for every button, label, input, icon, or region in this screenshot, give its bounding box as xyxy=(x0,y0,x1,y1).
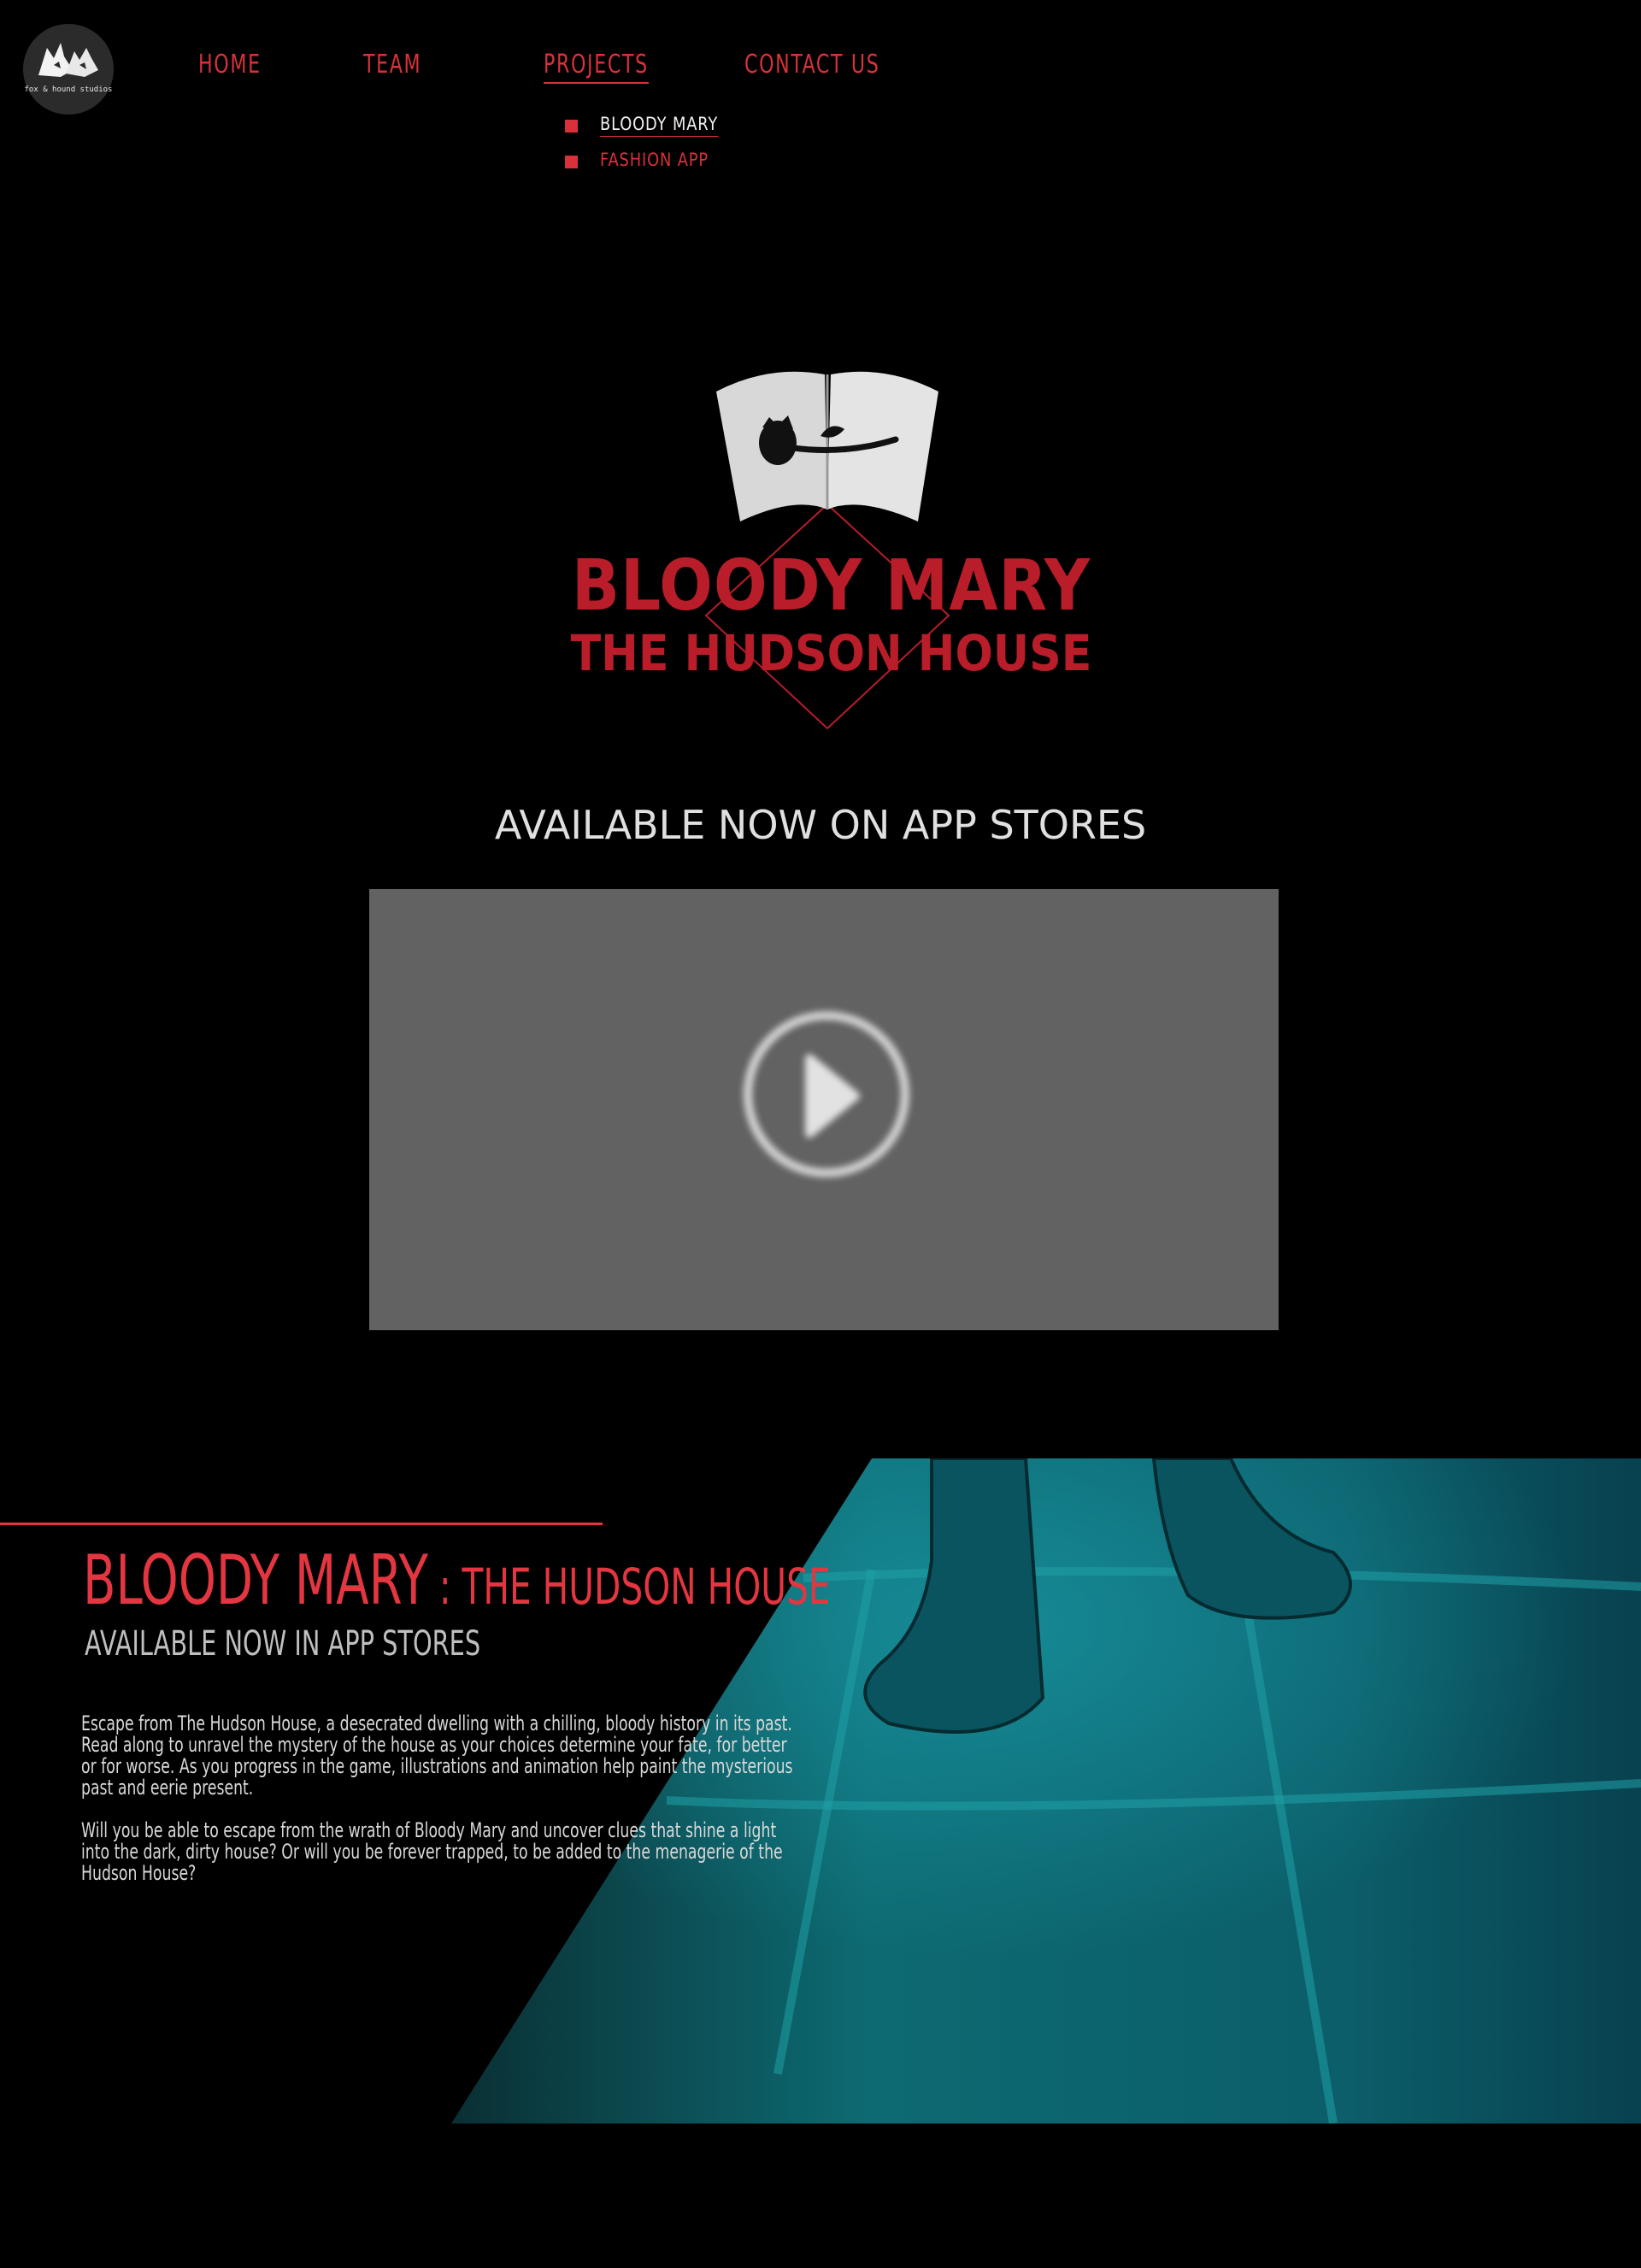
feature-title: BLOODY MARY : THE HUDSON HOUSE xyxy=(83,1540,831,1620)
hero-title-line2: THE HUDSON HOUSE xyxy=(570,624,1092,682)
section-divider xyxy=(0,1523,603,1525)
submenu-bloody-mary[interactable]: BLOODY MARY xyxy=(600,114,719,137)
hero-title-line1: BLOODY MARY xyxy=(571,545,1091,627)
feature-title-main: BLOODY MARY xyxy=(83,1540,428,1620)
availability-heading: AVAILABLE NOW ON APP STORES xyxy=(494,802,1147,848)
fox-hound-icon xyxy=(38,43,98,77)
play-icon[interactable] xyxy=(741,1009,912,1180)
nav-contact-us[interactable]: CONTACT US xyxy=(744,50,879,80)
feature-paragraph-2: Will you be able to escape from the wrat… xyxy=(81,1818,783,1885)
nav-projects[interactable]: PROJECTS xyxy=(544,50,649,84)
video-player[interactable] xyxy=(369,889,1279,1330)
feature-title-sub: THE HUDSON HOUSE xyxy=(462,1558,831,1616)
studio-logo-text: fox & hound studios xyxy=(24,85,113,94)
nav-home[interactable]: HOME xyxy=(198,50,262,80)
hero-logo: BLOODY MARY THE HUDSON HOUSE xyxy=(0,359,1641,735)
feature-subtitle: AVAILABLE NOW IN APP STORES xyxy=(85,1624,481,1664)
nav-team[interactable]: TEAM xyxy=(363,50,421,80)
feature-title-sep: : xyxy=(427,1558,462,1616)
submenu-bullet-icon xyxy=(565,120,578,133)
studio-logo[interactable]: fox & hound studios xyxy=(23,24,114,115)
submenu-fashion-app[interactable]: FASHION APP xyxy=(600,150,709,170)
feature-paragraph-1: Escape from The Hudson House, a desecrat… xyxy=(81,1711,793,1800)
submenu-bullet-icon xyxy=(565,156,578,168)
